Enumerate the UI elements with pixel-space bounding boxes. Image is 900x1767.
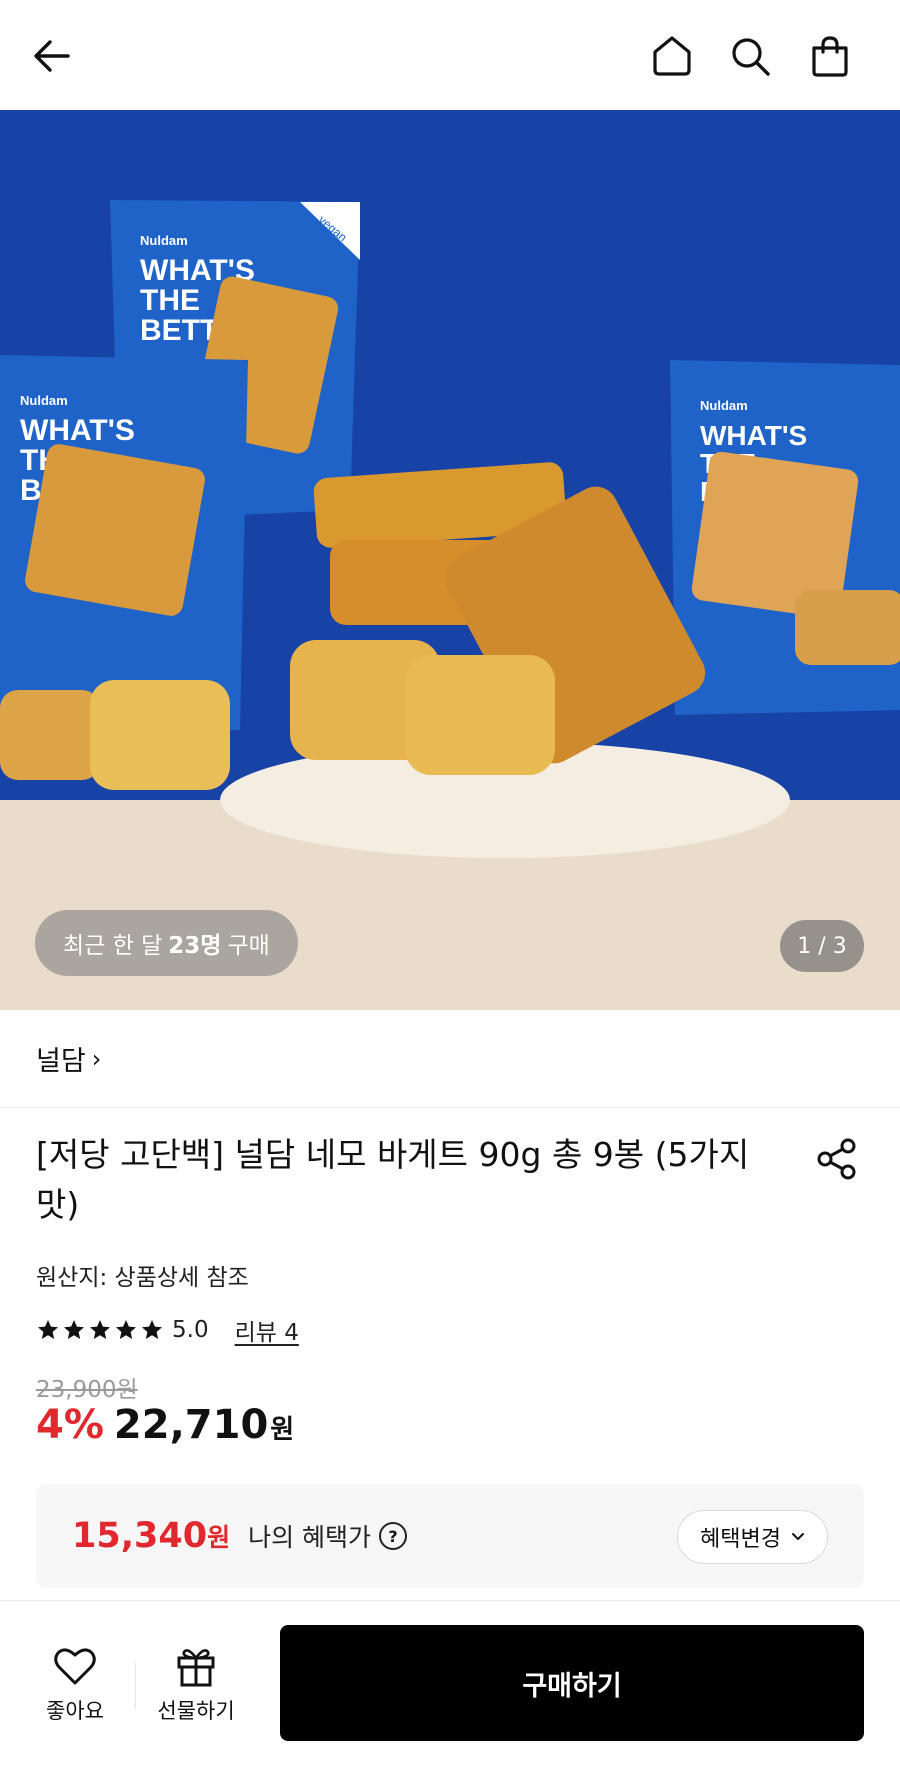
svg-text:WHAT'S: WHAT'S (20, 414, 135, 447)
star-icon (38, 1320, 58, 1339)
rating-row: 5.0 리뷰 4 (36, 1313, 299, 1347)
top-header (0, 0, 900, 110)
sale-price: 22,710 (113, 1402, 269, 1448)
cart-button[interactable] (802, 28, 858, 84)
star-icon (64, 1320, 84, 1339)
discount-rate: 4% (36, 1402, 104, 1448)
svg-text:Nuldam: Nuldam (700, 398, 748, 413)
home-button[interactable] (644, 28, 700, 84)
recent-suffix: 구매 (227, 933, 270, 959)
price-unit: 원 (270, 1415, 295, 1445)
help-icon[interactable]: ? (379, 1522, 408, 1550)
change-benefit-label: 혜택변경 (700, 1527, 781, 1552)
benefit-label: 나의 혜택가 (248, 1523, 372, 1552)
gift-icon (177, 1649, 215, 1687)
share-icon (817, 1138, 856, 1180)
svg-text:THE: THE (140, 284, 200, 317)
rating-value: 5.0 (172, 1317, 209, 1343)
star-icon (142, 1320, 162, 1339)
original-price: 23,900원 (36, 1377, 138, 1403)
back-button[interactable] (24, 28, 80, 84)
bottom-action-bar: 좋아요 선물하기 구매하기 (0, 1600, 900, 1767)
change-benefit-button[interactable]: 혜택변경 (677, 1510, 828, 1564)
brand-link[interactable]: 널담 › (0, 1010, 900, 1108)
product-title: [저당 고단백] 널담 네모 바게트 90g 총 9봉 (5가지맛) (36, 1135, 750, 1224)
recent-count: 23명 (168, 933, 222, 959)
buy-button[interactable]: 구매하기 (280, 1625, 864, 1741)
star-icon (116, 1320, 136, 1339)
rating-stars (36, 1318, 164, 1342)
product-photo: Nuldam WHAT'S THE BETTER? vegan Nuldam W… (0, 110, 900, 1010)
origin-info: 원산지: 상품상세 참조 (36, 1265, 249, 1291)
page-indicator: 1 / 3 (780, 920, 864, 972)
svg-text:WHAT'S: WHAT'S (700, 420, 807, 451)
svg-text:Nuldam: Nuldam (140, 233, 188, 248)
shopping-bag-icon (812, 36, 848, 77)
heart-icon (54, 1648, 96, 1685)
star-icon (90, 1320, 110, 1339)
like-button[interactable]: 좋아요 (25, 1643, 125, 1725)
price-row: 4% 22,710 원 (36, 1402, 294, 1448)
chevron-right-icon: › (91, 1044, 102, 1073)
search-button[interactable] (722, 28, 778, 84)
home-icon (653, 36, 691, 76)
gift-button[interactable]: 선물하기 (146, 1643, 246, 1725)
divider (135, 1663, 136, 1709)
package-left: Nuldam WHAT'S THE BETTER? (0, 355, 248, 730)
review-link[interactable]: 리뷰 4 (235, 1313, 299, 1347)
gift-label: 선물하기 (157, 1699, 235, 1723)
like-label: 좋아요 (46, 1699, 104, 1723)
share-button[interactable] (812, 1134, 862, 1184)
chevron-down-icon (792, 1533, 804, 1540)
product-image-carousel[interactable]: Nuldam WHAT'S THE BETTER? vegan Nuldam W… (0, 110, 900, 1010)
svg-text:Nuldam: Nuldam (20, 393, 68, 408)
benefit-price-unit: 원 (207, 1523, 231, 1552)
benefit-price-box: 15,340 원 나의 혜택가 ? 혜택변경 (36, 1484, 864, 1588)
benefit-price: 15,340 (72, 1516, 208, 1556)
search-icon (732, 38, 770, 76)
recent-purchase-badge: 최근 한 달 23명 구매 (35, 910, 298, 976)
brand-name: 널담 (36, 1046, 86, 1077)
recent-prefix: 최근 한 달 (63, 933, 163, 959)
arrow-left-icon (34, 40, 70, 72)
